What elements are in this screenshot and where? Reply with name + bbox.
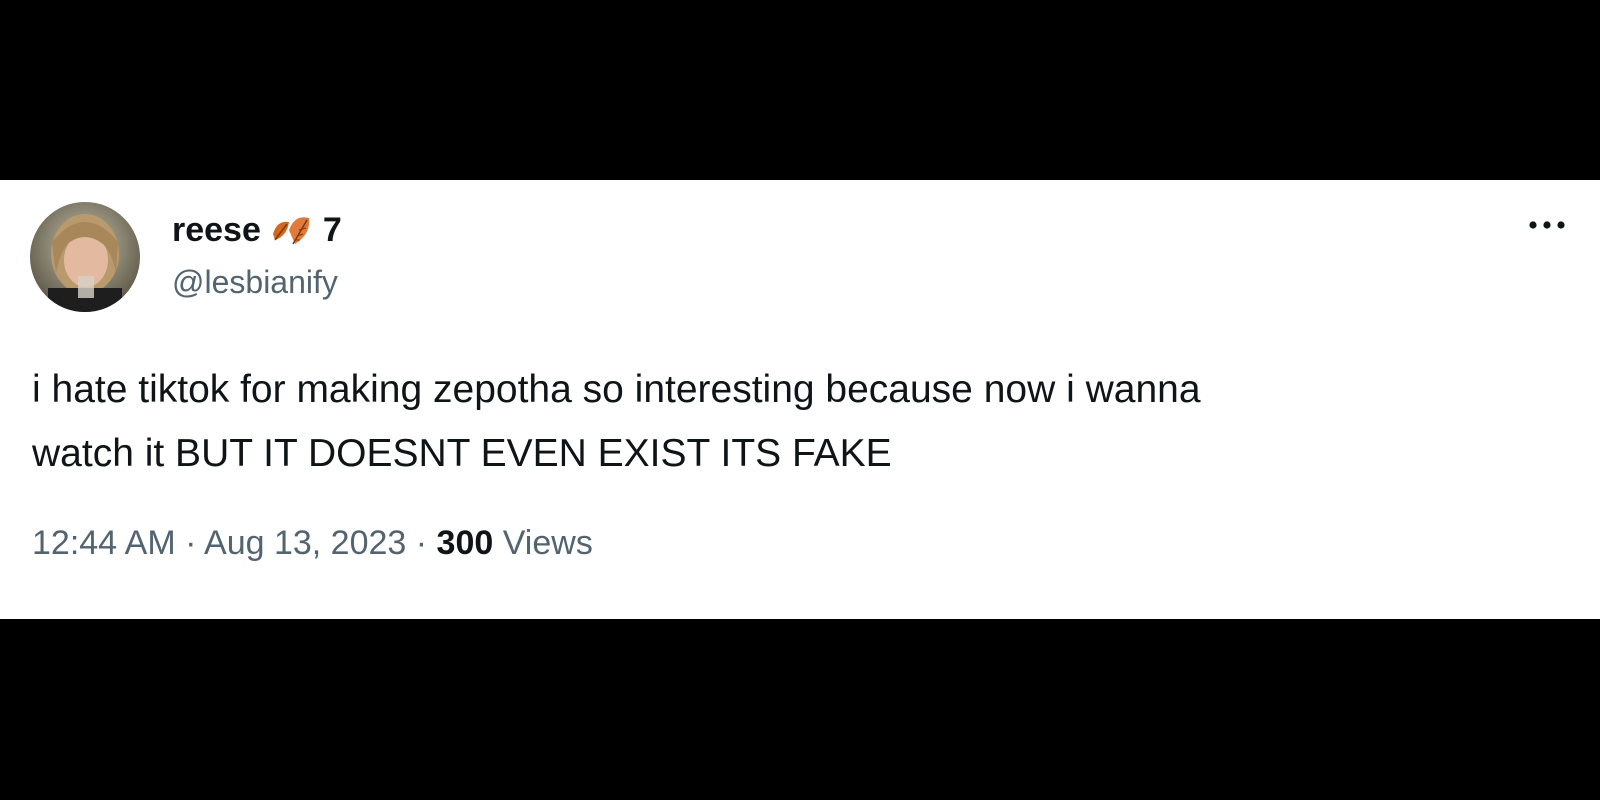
letterbox-background: reese 7 @lesbianify i hate tiktok for ma… [0, 0, 1600, 800]
avatar[interactable] [30, 202, 140, 312]
tweet-metadata: 12:44 AM · Aug 13, 2023 · 300 Views [32, 522, 593, 564]
author-name-row[interactable]: reese 7 [172, 210, 342, 250]
user-avatar-photo [30, 202, 140, 312]
tweet-date[interactable]: Aug 13, 2023 [204, 524, 406, 562]
meta-separator: · [185, 524, 197, 562]
display-name-suffix: 7 [322, 211, 342, 249]
views-label: Views [502, 524, 593, 562]
more-options-button[interactable] [1524, 210, 1570, 240]
tweet-card[interactable]: reese 7 @lesbianify i hate tiktok for ma… [0, 180, 1600, 619]
tweet-text: i hate tiktok for making zepotha so inte… [32, 358, 1552, 486]
fallen-leaf-icon [269, 212, 315, 248]
more-horizontal-icon [1529, 221, 1565, 229]
meta-separator: · [415, 524, 428, 562]
views-count[interactable]: 300 [437, 524, 494, 562]
tweet-text-line: watch it BUT IT DOESNT EVEN EXIST ITS FA… [32, 432, 892, 475]
display-name[interactable]: reese [172, 210, 261, 250]
tweet-time[interactable]: 12:44 AM [32, 524, 176, 562]
author-handle[interactable]: @lesbianify [172, 262, 338, 302]
tweet-text-line: i hate tiktok for making zepotha so inte… [32, 368, 1201, 411]
